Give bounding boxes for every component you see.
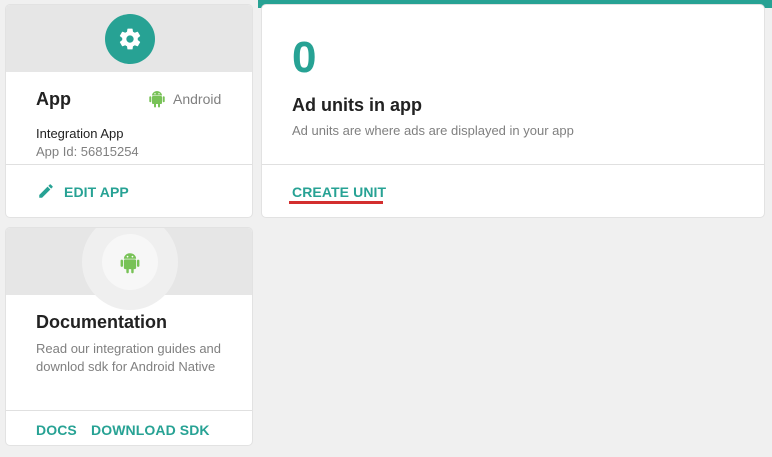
app-card: App Android Integration App App Id: 5681… [5,4,253,218]
edit-app-label: EDIT APP [64,184,129,200]
android-icon [149,90,165,108]
documentation-title: Documentation [36,312,168,332]
app-id: App Id: 56815254 [36,144,139,159]
android-icon [120,252,140,274]
docs-link[interactable]: DOCS [36,422,77,438]
gear-icon [105,14,155,64]
documentation-divider [6,410,252,411]
edit-app-button[interactable]: EDIT APP [36,181,166,203]
app-name: Integration App [36,126,124,141]
ad-units-divider [262,164,764,165]
ad-units-title: Ad units in app [292,95,422,115]
documentation-card: Documentation Read our integration guide… [5,227,253,446]
download-sdk-link[interactable]: DOWNLOAD SDK [91,422,210,438]
create-unit-label: CREATE UNIT [292,184,387,200]
documentation-description: Read our integration guides and downlod … [36,341,222,374]
app-card-title: App [36,89,71,109]
app-card-divider [6,164,252,165]
pencil-icon [37,182,55,200]
ad-units-description: Ad units are where ads are displayed in … [292,123,574,138]
ad-units-count: 0 [292,33,317,82]
create-unit-underline [289,201,383,204]
create-unit-button[interactable]: CREATE UNIT [289,181,387,205]
platform-label: Android [173,91,222,107]
ad-units-card: 0 Ad units in app Ad units are where ads… [261,4,765,218]
